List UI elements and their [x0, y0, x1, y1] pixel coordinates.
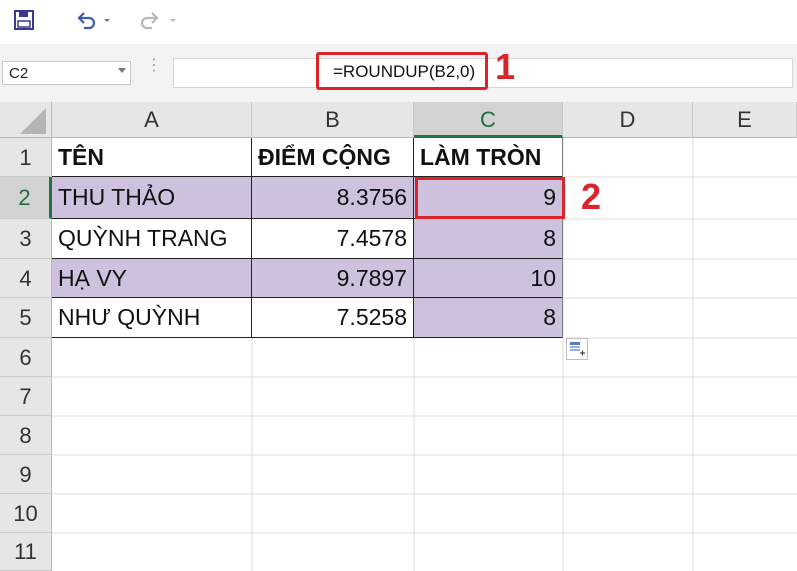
- row-header-1[interactable]: 1: [0, 138, 52, 177]
- callout-number-2: 2: [581, 176, 602, 217]
- redo-icon[interactable]: [138, 8, 162, 32]
- chevron-down-icon[interactable]: [118, 68, 126, 73]
- quick-analysis-icon[interactable]: [566, 338, 588, 360]
- undo-icon[interactable]: [74, 8, 98, 32]
- row-header-6[interactable]: 6: [0, 338, 52, 377]
- quick-access-toolbar: [0, 0, 797, 44]
- spreadsheet-grid: A B C D E 1 2 3 4 5 6 7 8 9 10 11 TÊN ĐI…: [0, 102, 797, 571]
- row-header-11[interactable]: 11: [0, 533, 52, 571]
- row-header-8[interactable]: 8: [0, 416, 52, 455]
- column-header-b[interactable]: B: [252, 102, 414, 138]
- row-header-3[interactable]: 3: [0, 219, 52, 259]
- column-header-a[interactable]: A: [52, 102, 252, 138]
- name-box[interactable]: C2: [2, 61, 131, 85]
- row-header-7[interactable]: 7: [0, 377, 52, 416]
- name-box-value: C2: [9, 65, 29, 82]
- save-icon[interactable]: [12, 8, 36, 32]
- redo-dropdown-icon[interactable]: [166, 8, 180, 32]
- row-header-9[interactable]: 9: [0, 455, 52, 494]
- row-header-2[interactable]: 2: [0, 177, 52, 219]
- select-all-button[interactable]: [0, 102, 52, 138]
- selected-cell-highlight: [415, 177, 565, 219]
- select-all-triangle-icon: [20, 108, 46, 134]
- drag-handle-icon[interactable]: ⋮: [146, 58, 162, 74]
- column-header-e[interactable]: E: [693, 102, 797, 138]
- undo-dropdown-icon[interactable]: [100, 8, 114, 32]
- row-header-4[interactable]: 4: [0, 259, 52, 298]
- column-header-c[interactable]: C: [414, 102, 563, 138]
- column-header-d[interactable]: D: [563, 102, 693, 138]
- row-header-5[interactable]: 5: [0, 298, 52, 338]
- formula-text: =ROUNDUP(B2,0): [333, 62, 476, 81]
- row-header-10[interactable]: 10: [0, 494, 52, 533]
- callout-number-1: 1: [495, 46, 516, 87]
